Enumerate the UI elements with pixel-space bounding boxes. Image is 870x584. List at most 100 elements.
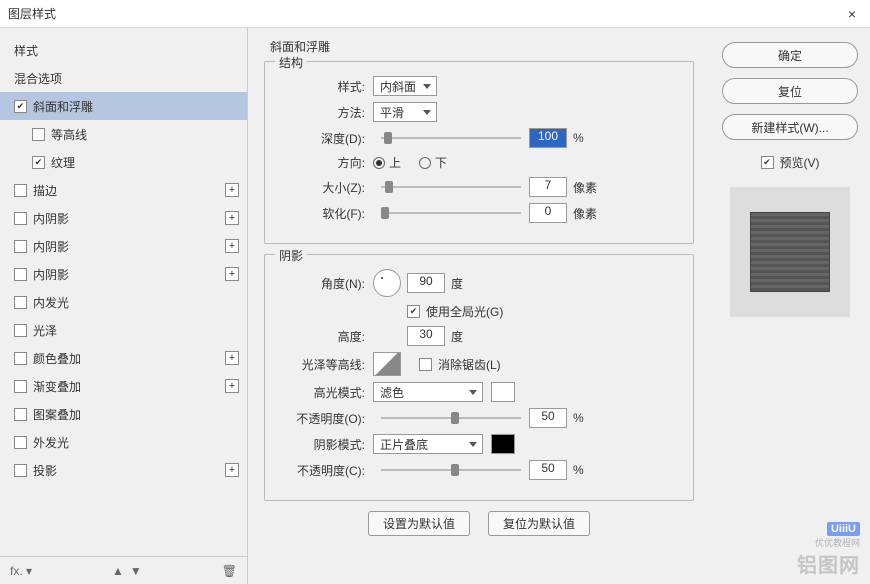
style-item-0[interactable]: 斜面和浮雕 bbox=[0, 92, 247, 120]
soften-input[interactable]: 0 bbox=[529, 203, 567, 223]
style-item-checkbox[interactable] bbox=[14, 380, 27, 393]
highlight-opacity-label: 不透明度(O): bbox=[277, 410, 373, 427]
style-item-checkbox[interactable] bbox=[14, 296, 27, 309]
add-effect-icon[interactable]: + bbox=[225, 239, 239, 253]
style-item-checkbox[interactable] bbox=[32, 128, 45, 141]
direction-up-radio[interactable] bbox=[373, 157, 385, 169]
style-item-label: 纹理 bbox=[51, 154, 75, 171]
structure-group: 结构 样式: 内斜面 方法: 平滑 深度(D): 100 % 方向: 上 bbox=[264, 61, 694, 244]
style-item-label: 光泽 bbox=[33, 322, 57, 339]
direction-down-radio[interactable] bbox=[419, 157, 431, 169]
style-item-checkbox[interactable] bbox=[14, 352, 27, 365]
highlight-mode-select[interactable]: 滤色 bbox=[373, 382, 483, 402]
global-light-checkbox[interactable] bbox=[407, 305, 420, 318]
add-effect-icon[interactable]: + bbox=[225, 379, 239, 393]
technique-select[interactable]: 平滑 bbox=[373, 102, 437, 122]
dialog-title: 图层样式 bbox=[8, 5, 56, 22]
style-item-label: 投影 bbox=[33, 462, 57, 479]
add-effect-icon[interactable]: + bbox=[225, 211, 239, 225]
preview-box bbox=[730, 187, 850, 317]
style-item-checkbox[interactable] bbox=[14, 184, 27, 197]
contour-label: 光泽等高线: bbox=[277, 356, 373, 373]
style-item-label: 描边 bbox=[33, 182, 57, 199]
style-item-1[interactable]: 等高线 bbox=[0, 120, 247, 148]
right-panel: 确定 复位 新建样式(W)... 预览(V) bbox=[710, 28, 870, 584]
watermark: UiiiU 优优教程网 铝图网 bbox=[797, 522, 860, 578]
depth-input[interactable]: 100 bbox=[529, 128, 567, 148]
move-down-icon[interactable]: ▼ bbox=[130, 564, 142, 578]
style-item-label: 内阴影 bbox=[33, 238, 69, 255]
style-item-3[interactable]: 描边 + bbox=[0, 176, 247, 204]
altitude-input[interactable]: 30 bbox=[407, 326, 445, 346]
style-item-checkbox[interactable] bbox=[14, 408, 27, 421]
size-input[interactable]: 7 bbox=[529, 177, 567, 197]
style-item-8[interactable]: 光泽 bbox=[0, 316, 247, 344]
style-item-2[interactable]: 纹理 bbox=[0, 148, 247, 176]
make-default-button[interactable]: 设置为默认值 bbox=[368, 511, 470, 536]
style-item-label: 渐变叠加 bbox=[33, 378, 81, 395]
soften-slider[interactable] bbox=[381, 212, 521, 214]
styles-header[interactable]: 样式 bbox=[0, 36, 247, 64]
reset-default-button[interactable]: 复位为默认值 bbox=[488, 511, 590, 536]
blend-options[interactable]: 混合选项 bbox=[0, 64, 247, 92]
style-item-10[interactable]: 渐变叠加 + bbox=[0, 372, 247, 400]
angle-dial[interactable] bbox=[373, 269, 401, 297]
style-item-9[interactable]: 颜色叠加 + bbox=[0, 344, 247, 372]
style-item-checkbox[interactable] bbox=[14, 436, 27, 449]
style-item-11[interactable]: 图案叠加 bbox=[0, 400, 247, 428]
fx-menu[interactable]: fx. ▾ bbox=[10, 564, 32, 578]
style-item-5[interactable]: 内阴影 + bbox=[0, 232, 247, 260]
gloss-contour-picker[interactable] bbox=[373, 352, 401, 376]
close-icon[interactable]: × bbox=[842, 6, 862, 22]
style-item-label: 内阴影 bbox=[33, 210, 69, 227]
add-effect-icon[interactable]: + bbox=[225, 463, 239, 477]
add-effect-icon[interactable]: + bbox=[225, 183, 239, 197]
shadow-opacity-input[interactable]: 50 bbox=[529, 460, 567, 480]
shadow-color-swatch[interactable] bbox=[491, 434, 515, 454]
angle-input[interactable]: 90 bbox=[407, 273, 445, 293]
technique-label: 方法: bbox=[277, 104, 373, 121]
shadow-mode-select[interactable]: 正片叠底 bbox=[373, 434, 483, 454]
shadow-opacity-slider[interactable] bbox=[381, 469, 521, 471]
add-effect-icon[interactable]: + bbox=[225, 351, 239, 365]
antialias-checkbox[interactable] bbox=[419, 358, 432, 371]
style-item-checkbox[interactable] bbox=[14, 324, 27, 337]
style-item-label: 内发光 bbox=[33, 294, 69, 311]
style-select[interactable]: 内斜面 bbox=[373, 76, 437, 96]
style-item-checkbox[interactable] bbox=[14, 212, 27, 225]
depth-slider[interactable] bbox=[381, 137, 521, 139]
preview-label: 预览(V) bbox=[780, 154, 820, 171]
style-item-13[interactable]: 投影 + bbox=[0, 456, 247, 484]
style-item-checkbox[interactable] bbox=[32, 156, 45, 169]
size-slider[interactable] bbox=[381, 186, 521, 188]
highlight-color-swatch[interactable] bbox=[491, 382, 515, 402]
style-item-12[interactable]: 外发光 bbox=[0, 428, 247, 456]
direction-label: 方向: bbox=[277, 154, 373, 171]
style-item-label: 内阴影 bbox=[33, 266, 69, 283]
style-item-4[interactable]: 内阴影 + bbox=[0, 204, 247, 232]
style-item-label: 斜面和浮雕 bbox=[33, 98, 93, 115]
move-up-icon[interactable]: ▲ bbox=[112, 564, 124, 578]
style-item-checkbox[interactable] bbox=[14, 464, 27, 477]
trash-icon[interactable]: 🗑 bbox=[222, 564, 237, 578]
reset-button[interactable]: 复位 bbox=[722, 78, 858, 104]
add-effect-icon[interactable]: + bbox=[225, 267, 239, 281]
style-label: 样式: bbox=[277, 78, 373, 95]
angle-label: 角度(N): bbox=[277, 275, 373, 292]
preview-checkbox[interactable] bbox=[761, 156, 774, 169]
shading-group: 阴影 角度(N): 90 度 使用全局光(G) 高度: 30 度 光泽等高线: bbox=[264, 254, 694, 501]
style-item-label: 颜色叠加 bbox=[33, 350, 81, 367]
new-style-button[interactable]: 新建样式(W)... bbox=[722, 114, 858, 140]
ok-button[interactable]: 确定 bbox=[722, 42, 858, 68]
style-item-7[interactable]: 内发光 bbox=[0, 288, 247, 316]
depth-label: 深度(D): bbox=[277, 130, 373, 147]
style-item-checkbox[interactable] bbox=[14, 240, 27, 253]
soften-label: 软化(F): bbox=[277, 205, 373, 222]
highlight-opacity-slider[interactable] bbox=[381, 417, 521, 419]
style-item-checkbox[interactable] bbox=[14, 268, 27, 281]
shadow-opacity-label: 不透明度(C): bbox=[277, 462, 373, 479]
highlight-opacity-input[interactable]: 50 bbox=[529, 408, 567, 428]
style-item-checkbox[interactable] bbox=[14, 100, 27, 113]
preview-swatch bbox=[750, 212, 830, 292]
style-item-6[interactable]: 内阴影 + bbox=[0, 260, 247, 288]
